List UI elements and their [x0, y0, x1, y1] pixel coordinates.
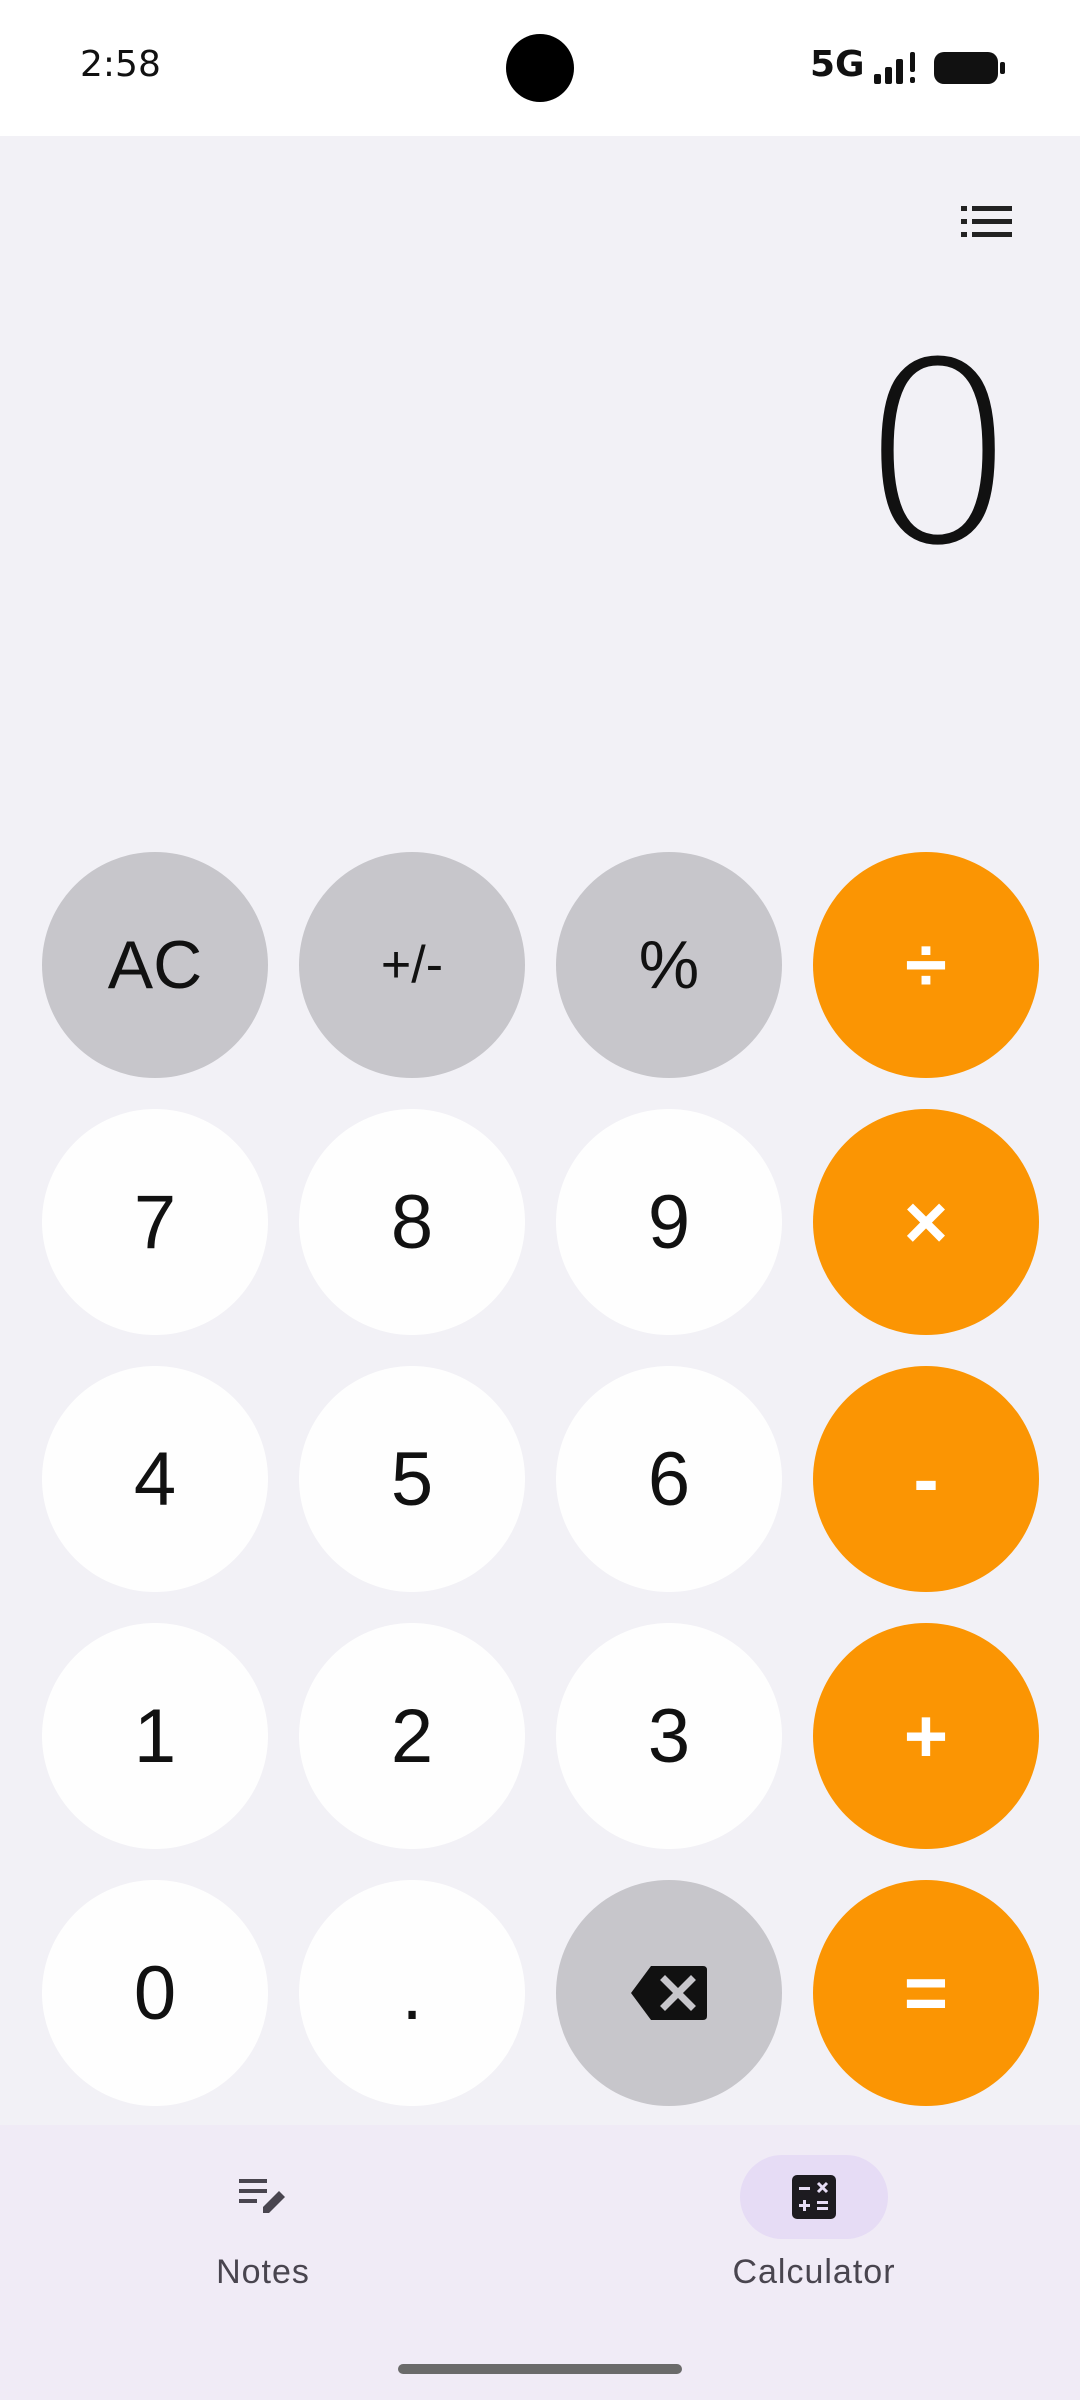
- backspace-button[interactable]: [556, 1880, 782, 2106]
- digit-6-button[interactable]: 6: [556, 1366, 782, 1592]
- history-button[interactable]: [952, 196, 1022, 248]
- multiply-button[interactable]: ×: [813, 1109, 1039, 1335]
- network-type: 5G: [810, 44, 865, 85]
- equals-button[interactable]: =: [813, 1880, 1039, 2106]
- add-button[interactable]: +: [813, 1623, 1039, 1849]
- percent-button[interactable]: %: [556, 852, 782, 1078]
- decimal-button[interactable]: .: [299, 1880, 525, 2106]
- digit-7-button[interactable]: 7: [42, 1109, 268, 1335]
- edit-notes-icon: [239, 2179, 285, 2213]
- signal-icon: [874, 52, 915, 84]
- bottom-navigation: Notes Calculator: [0, 2125, 1080, 2400]
- camera-cutout: [506, 34, 574, 102]
- nav-label-calculator: Calculator: [732, 2253, 896, 2291]
- divide-button[interactable]: ÷: [813, 852, 1039, 1078]
- calculator-icon: [792, 2175, 836, 2219]
- digit-5-button[interactable]: 5: [299, 1366, 525, 1592]
- result-display: 0: [858, 309, 1018, 600]
- list-icon: [961, 206, 1012, 237]
- digit-9-button[interactable]: 9: [556, 1109, 782, 1335]
- sign-toggle-button[interactable]: +/-: [299, 852, 525, 1078]
- backspace-icon: [631, 1966, 707, 2020]
- status-time: 2:58: [80, 44, 161, 85]
- subtract-button[interactable]: -: [813, 1366, 1039, 1592]
- nav-calculator-icon-wrap: [740, 2155, 888, 2239]
- clear-button[interactable]: AC: [42, 852, 268, 1078]
- nav-notes-icon-wrap: [189, 2155, 337, 2239]
- digit-1-button[interactable]: 1: [42, 1623, 268, 1849]
- home-indicator[interactable]: [398, 2364, 682, 2374]
- nav-label-notes: Notes: [216, 2253, 310, 2291]
- digit-2-button[interactable]: 2: [299, 1623, 525, 1849]
- digit-3-button[interactable]: 3: [556, 1623, 782, 1849]
- digit-4-button[interactable]: 4: [42, 1366, 268, 1592]
- status-bar: 2:58 5G: [0, 0, 1080, 136]
- nav-item-notes[interactable]: Notes: [133, 2155, 393, 2292]
- digit-0-button[interactable]: 0: [42, 1880, 268, 2106]
- nav-item-calculator[interactable]: Calculator: [684, 2155, 944, 2292]
- digit-8-button[interactable]: 8: [299, 1109, 525, 1335]
- battery-icon: [934, 52, 1005, 84]
